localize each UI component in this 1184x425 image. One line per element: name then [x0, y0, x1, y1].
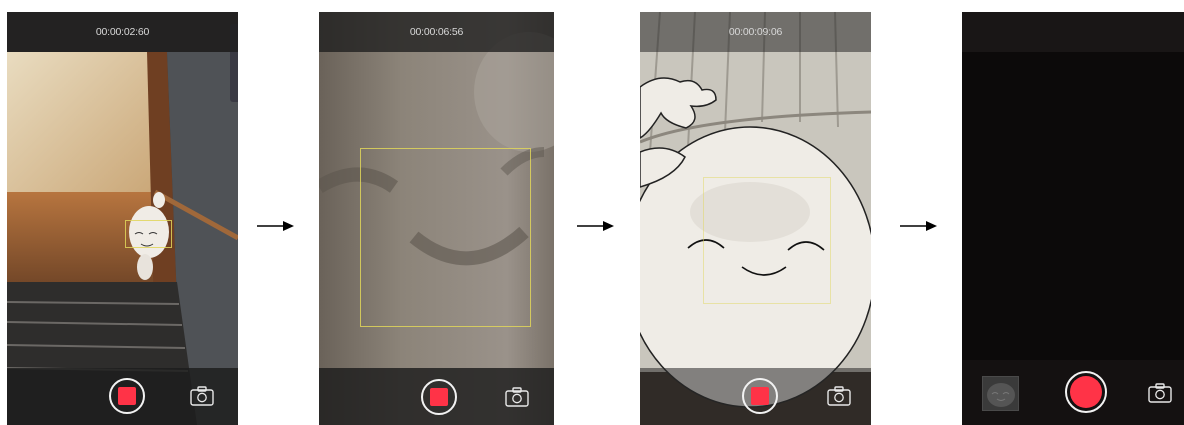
focus-frame — [125, 220, 172, 248]
thumbnail-preview-image — [987, 383, 1015, 407]
record-button[interactable] — [1065, 371, 1107, 413]
camera-switch-icon[interactable] — [190, 386, 214, 406]
recording-timer: 00:00:02:60 — [95, 26, 150, 38]
stop-record-icon — [751, 387, 769, 405]
stop-record-button[interactable] — [742, 378, 778, 414]
right-arrow-icon — [257, 221, 294, 231]
stop-record-icon — [430, 388, 448, 406]
camera-preview-stairway — [7, 12, 238, 425]
right-arrow-icon — [577, 221, 614, 231]
camera-screen-1: 00:00:02:60 — [7, 12, 238, 425]
stop-record-button[interactable] — [421, 379, 457, 415]
stop-record-button[interactable] — [109, 378, 145, 414]
recording-timer: 00:00:06:56 — [409, 26, 464, 38]
record-icon — [1070, 376, 1102, 408]
focus-frame — [360, 148, 531, 327]
top-bar: 00:00:02:60 — [7, 12, 238, 52]
right-arrow-icon — [900, 221, 937, 231]
camera-screen-3: 00:00:09:06 — [640, 12, 871, 425]
focus-frame — [703, 177, 831, 304]
bottom-bar — [319, 368, 554, 425]
top-bar: 00:00:09:06 — [640, 12, 871, 52]
camera-switch-icon[interactable] — [1148, 383, 1172, 403]
last-recording-thumbnail[interactable] — [982, 376, 1019, 411]
bottom-bar — [962, 360, 1184, 425]
bottom-bar — [640, 368, 871, 425]
recording-timer: 00:00:09:06 — [728, 26, 783, 38]
top-bar — [962, 12, 1184, 52]
top-bar: 00:00:06:56 — [319, 12, 554, 52]
stop-record-icon — [118, 387, 136, 405]
camera-switch-icon[interactable] — [827, 386, 851, 406]
camera-screen-4 — [962, 12, 1184, 425]
bottom-bar — [7, 368, 238, 425]
camera-switch-icon[interactable] — [505, 387, 529, 407]
camera-screen-2: 00:00:06:56 — [319, 12, 554, 425]
